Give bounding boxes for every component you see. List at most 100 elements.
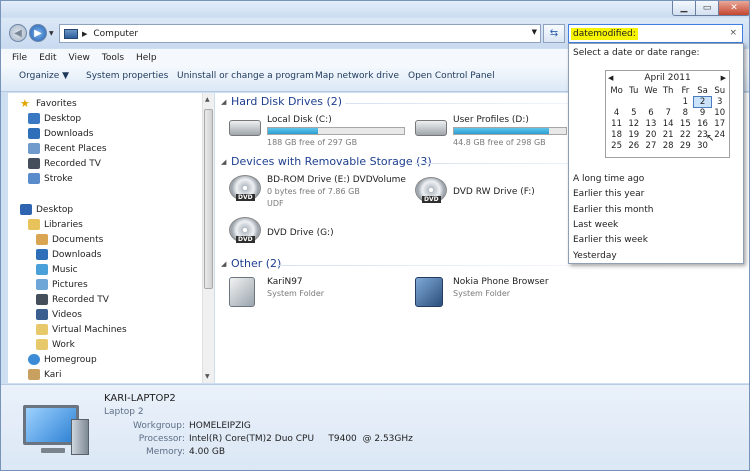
nav-work[interactable]: Work bbox=[36, 339, 75, 350]
breadcrumb-separator-icon[interactable]: ▶ bbox=[82, 30, 87, 38]
nav-videos[interactable]: Videos bbox=[36, 309, 82, 320]
clear-search-icon[interactable]: × bbox=[729, 28, 737, 38]
address-dropdown-icon[interactable]: ▼ bbox=[532, 28, 537, 36]
nav-libraries[interactable]: Libraries bbox=[28, 219, 83, 230]
calendar-day[interactable]: 13 bbox=[642, 119, 659, 129]
calendar-day[interactable]: 20 bbox=[642, 130, 659, 140]
map-network-drive-button[interactable]: Map network drive bbox=[315, 71, 399, 81]
calendar-day[interactable]: 19 bbox=[625, 130, 642, 140]
calendar-day[interactable]: 28 bbox=[660, 141, 677, 151]
nav-desktop-fav[interactable]: Desktop bbox=[28, 113, 81, 124]
group-removable-storage[interactable]: Devices with Removable Storage (3) bbox=[231, 155, 432, 168]
title-bar[interactable]: ▁ ▭ ✕ bbox=[1, 1, 749, 17]
nav-favorites[interactable]: ★ Favorites bbox=[20, 98, 77, 109]
calendar-day[interactable]: 10 bbox=[711, 108, 728, 118]
drive-e[interactable]: DVD BD-ROM Drive (E:) DVDVolume 0 bytes … bbox=[229, 175, 409, 211]
menu-edit[interactable]: Edit bbox=[39, 53, 56, 63]
nav-kari[interactable]: Kari bbox=[28, 369, 61, 380]
close-icon[interactable]: ✕ bbox=[718, 1, 749, 16]
menu-tools[interactable]: Tools bbox=[102, 53, 124, 63]
nav-pictures[interactable]: Pictures bbox=[36, 279, 88, 290]
nav-music[interactable]: Music bbox=[36, 264, 78, 275]
nav-documents[interactable]: Documents bbox=[36, 234, 103, 245]
nav-recent-places[interactable]: Recent Places bbox=[28, 143, 107, 154]
scroll-thumb[interactable] bbox=[204, 109, 213, 289]
calendar-day[interactable]: 18 bbox=[608, 130, 625, 140]
nav-recorded-tv[interactable]: Recorded TV bbox=[36, 294, 109, 305]
documents-icon bbox=[36, 234, 48, 245]
maximize-icon[interactable]: ▭ bbox=[695, 1, 719, 16]
calendar-day[interactable]: 12 bbox=[625, 119, 642, 129]
calendar-day[interactable]: 7 bbox=[660, 108, 677, 118]
calendar-day[interactable]: 25 bbox=[608, 141, 625, 151]
collapse-icon[interactable]: ◢ bbox=[221, 98, 226, 106]
back-button[interactable]: ◀ bbox=[9, 24, 27, 42]
scroll-down-icon[interactable]: ▼ bbox=[205, 373, 210, 380]
menu-file[interactable]: File bbox=[12, 53, 27, 63]
address-bar[interactable]: ▶ Computer ▼ bbox=[59, 24, 541, 43]
calendar-day[interactable]: 4 bbox=[608, 108, 625, 118]
calendar-day[interactable]: 27 bbox=[642, 141, 659, 151]
nav-virtual-machines[interactable]: Virtual Machines bbox=[36, 324, 127, 335]
calendar-day[interactable]: 16 bbox=[694, 119, 711, 129]
calendar-day[interactable]: 22 bbox=[677, 130, 694, 140]
calendar-day[interactable]: 9 bbox=[694, 108, 711, 118]
calendar-month[interactable]: April 2011 bbox=[606, 73, 729, 83]
calendar-day[interactable]: 21 bbox=[660, 130, 677, 140]
calendar-day[interactable]: 15 bbox=[677, 119, 694, 129]
nav-scrollbar[interactable]: ▲ ▼ bbox=[202, 93, 214, 383]
calendar-day[interactable]: 17 bbox=[711, 119, 728, 129]
system-properties-button[interactable]: System properties bbox=[86, 71, 168, 81]
breadcrumb-computer[interactable]: Computer bbox=[93, 29, 138, 39]
calendar-day[interactable]: 5 bbox=[625, 108, 642, 118]
drive-f[interactable]: DVD DVD RW Drive (F:) bbox=[415, 177, 565, 209]
calendar-day[interactable]: 29 bbox=[677, 141, 694, 151]
nav-label: Music bbox=[52, 264, 78, 275]
nav-stroke[interactable]: Stroke bbox=[28, 173, 73, 184]
open-control-panel-button[interactable]: Open Control Panel bbox=[408, 71, 495, 81]
drive-d[interactable]: User Profiles (D:) 44.8 GB free of 298 G… bbox=[415, 115, 567, 149]
organize-button[interactable]: Organize ▼ bbox=[19, 71, 69, 81]
calendar-day[interactable]: 6 bbox=[642, 108, 659, 118]
history-dropdown-icon[interactable]: ▼ bbox=[49, 30, 54, 37]
date-option[interactable]: Earlier this month bbox=[573, 205, 654, 215]
minimize-icon[interactable]: ▁ bbox=[672, 1, 696, 16]
refresh-button[interactable]: ⇆ bbox=[543, 24, 565, 43]
search-input[interactable]: datemodified: × bbox=[568, 24, 743, 43]
item-nokia-phone-browser[interactable]: Nokia Phone Browser System Folder bbox=[415, 277, 575, 311]
date-option[interactable]: Yesterday bbox=[573, 251, 617, 261]
nav-downloads[interactable]: Downloads bbox=[36, 249, 101, 260]
collapse-icon[interactable]: ◢ bbox=[221, 260, 226, 268]
calendar-day[interactable]: 1 bbox=[677, 97, 694, 107]
calendar-day[interactable]: 11 bbox=[608, 119, 625, 129]
date-option[interactable]: Earlier this year bbox=[573, 189, 644, 199]
uninstall-program-button[interactable]: Uninstall or change a program bbox=[177, 71, 314, 81]
drive-c[interactable]: Local Disk (C:) 188 GB free of 297 GB bbox=[229, 115, 409, 149]
nav-desktop[interactable]: Desktop bbox=[20, 204, 73, 215]
search-filter-token[interactable]: datemodified: bbox=[571, 27, 638, 40]
item-karin97[interactable]: KariN97 System Folder bbox=[229, 277, 379, 311]
nav-homegroup[interactable]: Homegroup bbox=[28, 354, 97, 365]
calendar-day[interactable]: 14 bbox=[660, 119, 677, 129]
drive-g[interactable]: DVD DVD Drive (G:) bbox=[229, 217, 379, 249]
date-option[interactable]: Earlier this week bbox=[573, 235, 648, 245]
nav-label: Kari bbox=[44, 369, 62, 380]
calendar-day[interactable]: 8 bbox=[677, 108, 694, 118]
date-option[interactable]: A long time ago bbox=[573, 174, 644, 184]
group-other[interactable]: Other (2) bbox=[231, 257, 281, 270]
calendar-day[interactable]: 26 bbox=[625, 141, 642, 151]
calendar-day[interactable]: 2 bbox=[692, 96, 713, 108]
next-month-icon[interactable]: ▶ bbox=[721, 74, 726, 82]
scroll-up-icon[interactable]: ▲ bbox=[205, 96, 210, 103]
nav-recorded-tv-fav[interactable]: Recorded TV bbox=[28, 158, 101, 169]
forward-button[interactable]: ▶ bbox=[29, 24, 47, 42]
date-option[interactable]: Last week bbox=[573, 220, 618, 230]
nav-downloads-fav[interactable]: Downloads bbox=[28, 128, 93, 139]
drive-name: DVD RW Drive (F:) bbox=[453, 187, 535, 197]
group-hard-disk-drives[interactable]: Hard Disk Drives (2) bbox=[231, 95, 342, 108]
collapse-icon[interactable]: ◢ bbox=[221, 158, 226, 166]
calendar-day[interactable]: 3 bbox=[711, 97, 728, 107]
menu-help[interactable]: Help bbox=[136, 53, 157, 63]
menu-view[interactable]: View bbox=[69, 53, 90, 63]
dvd-drive-icon: DVD bbox=[229, 217, 261, 243]
